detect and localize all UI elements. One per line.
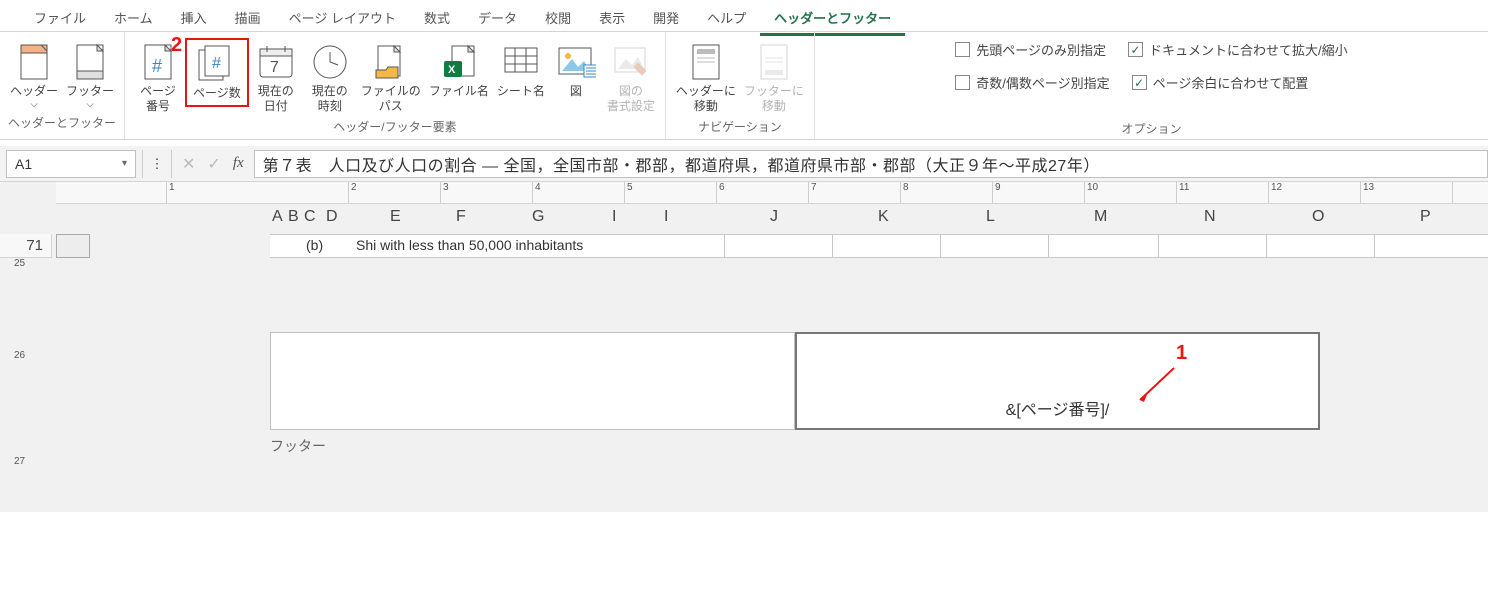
chevron-down-icon: ⌵ — [86, 99, 94, 110]
cell-selection[interactable] — [56, 234, 90, 258]
calendar-icon: 7 — [256, 42, 296, 82]
footer-icon — [70, 42, 110, 82]
ribbon: ヘッダー ⌵ フッター ⌵ ヘッダーとフッター 2 # ページ 番号 — [0, 32, 1488, 140]
horizontal-ruler: 1 2 3 4 5 6 7 8 9 10 11 12 13 — [56, 182, 1488, 204]
enter-icon[interactable]: ✓ — [207, 154, 220, 174]
page-count-button[interactable]: # ページ数 — [185, 38, 249, 107]
checkbox-diff-oddeven[interactable]: 奇数/偶数ページ別指定 — [955, 73, 1109, 92]
menu-insert[interactable]: 挿入 — [167, 4, 221, 31]
page-number-icon: # — [138, 42, 178, 82]
goto-footer-button: フッターに 移動 — [740, 38, 808, 114]
goto-header-button[interactable]: ヘッダーに 移動 — [672, 38, 740, 114]
picture-icon — [556, 42, 596, 82]
svg-text:#: # — [212, 55, 221, 72]
menu-file[interactable]: ファイル — [20, 4, 100, 31]
menu-help[interactable]: ヘルプ — [693, 4, 760, 31]
header-icon — [14, 42, 54, 82]
file-path-icon — [371, 42, 411, 82]
menu-review[interactable]: 校閲 — [531, 4, 585, 31]
name-box[interactable]: A1 ▾ — [6, 150, 136, 178]
header-button[interactable]: ヘッダー ⌵ — [6, 38, 62, 110]
checkbox-scale-doc[interactable]: ドキュメントに合わせて拡大/縮小 — [1128, 40, 1348, 59]
picture-format-button: 図の 書式設定 — [603, 38, 659, 114]
arrow-icon — [1130, 362, 1180, 412]
picture-format-icon — [611, 42, 651, 82]
ribbon-group-elements: 2 # ページ 番号 # ページ数 7 現在の 日付 — [125, 32, 666, 139]
checkbox-diff-first[interactable]: 先頭ページのみ別指定 — [955, 40, 1106, 59]
fx-icon[interactable]: fx — [233, 155, 244, 172]
picture-button[interactable]: 図 — [549, 38, 603, 99]
current-date-button[interactable]: 7 現在の 日付 — [249, 38, 303, 114]
chevron-down-icon: ⌵ — [30, 99, 38, 110]
menu-home[interactable]: ホーム — [100, 4, 167, 31]
goto-footer-icon — [754, 42, 794, 82]
menu-view[interactable]: 表示 — [585, 4, 639, 31]
ribbon-group-navigation: ヘッダーに 移動 フッターに 移動 ナビゲーション — [666, 32, 815, 139]
menu-draw[interactable]: 描画 — [221, 4, 275, 31]
menu-data[interactable]: データ — [464, 4, 531, 31]
formula-input[interactable]: 第７表 人口及び人口の割合 ― 全国，全国市部・郡部，都道府県，都道府県市部・郡… — [254, 150, 1488, 178]
ribbon-group-options: 先頭ページのみ別指定 ドキュメントに合わせて拡大/縮小 奇数/偶数ページ別指定 … — [815, 32, 1488, 139]
page-number-button[interactable]: # ページ 番号 — [131, 38, 185, 114]
cancel-icon[interactable]: ✕ — [182, 154, 195, 174]
expand-icon[interactable]: ⋮ — [142, 150, 172, 178]
current-time-button[interactable]: 現在の 時刻 — [303, 38, 357, 114]
menu-developer[interactable]: 開発 — [639, 4, 693, 31]
menu-bar: ファイル ホーム 挿入 描画 ページ レイアウト 数式 データ 校閲 表示 開発… — [0, 0, 1488, 32]
data-row: (b) Shi with less than 50,000 inhabitant… — [270, 234, 1488, 258]
checkbox-align-margins[interactable]: ページ余白に合わせて配置 — [1132, 73, 1309, 92]
formula-bar: A1 ▾ ⋮ ✕ ✓ fx 第７表 人口及び人口の割合 ― 全国，全国市部・郡部… — [0, 146, 1488, 182]
svg-text:7: 7 — [270, 59, 279, 76]
clock-icon — [310, 42, 350, 82]
footer-section-left[interactable] — [270, 332, 795, 430]
footer-label: フッター — [270, 436, 326, 456]
file-name-button[interactable]: X ファイル名 — [425, 38, 493, 99]
svg-text:#: # — [152, 56, 162, 76]
ribbon-group-header-footer: ヘッダー ⌵ フッター ⌵ ヘッダーとフッター — [0, 32, 125, 139]
footer-section-center[interactable]: &[ページ番号]/ — [795, 332, 1320, 430]
page-count-icon: # — [197, 44, 237, 84]
sheet-name-icon — [501, 42, 541, 82]
svg-text:X: X — [448, 64, 456, 76]
column-headers: A B C D E F G I I J K L M N O P — [56, 204, 1488, 234]
row-header-71[interactable]: 71 — [0, 234, 52, 258]
file-name-icon: X — [439, 42, 479, 82]
menu-page-layout[interactable]: ページ レイアウト — [275, 4, 410, 31]
goto-header-icon — [686, 42, 726, 82]
chevron-down-icon: ▾ — [122, 158, 127, 169]
menu-formulas[interactable]: 数式 — [410, 4, 464, 31]
footer-button[interactable]: フッター ⌵ — [62, 38, 118, 110]
sheet-name-button[interactable]: シート名 — [493, 38, 549, 99]
file-path-button[interactable]: ファイルの パス — [357, 38, 425, 114]
